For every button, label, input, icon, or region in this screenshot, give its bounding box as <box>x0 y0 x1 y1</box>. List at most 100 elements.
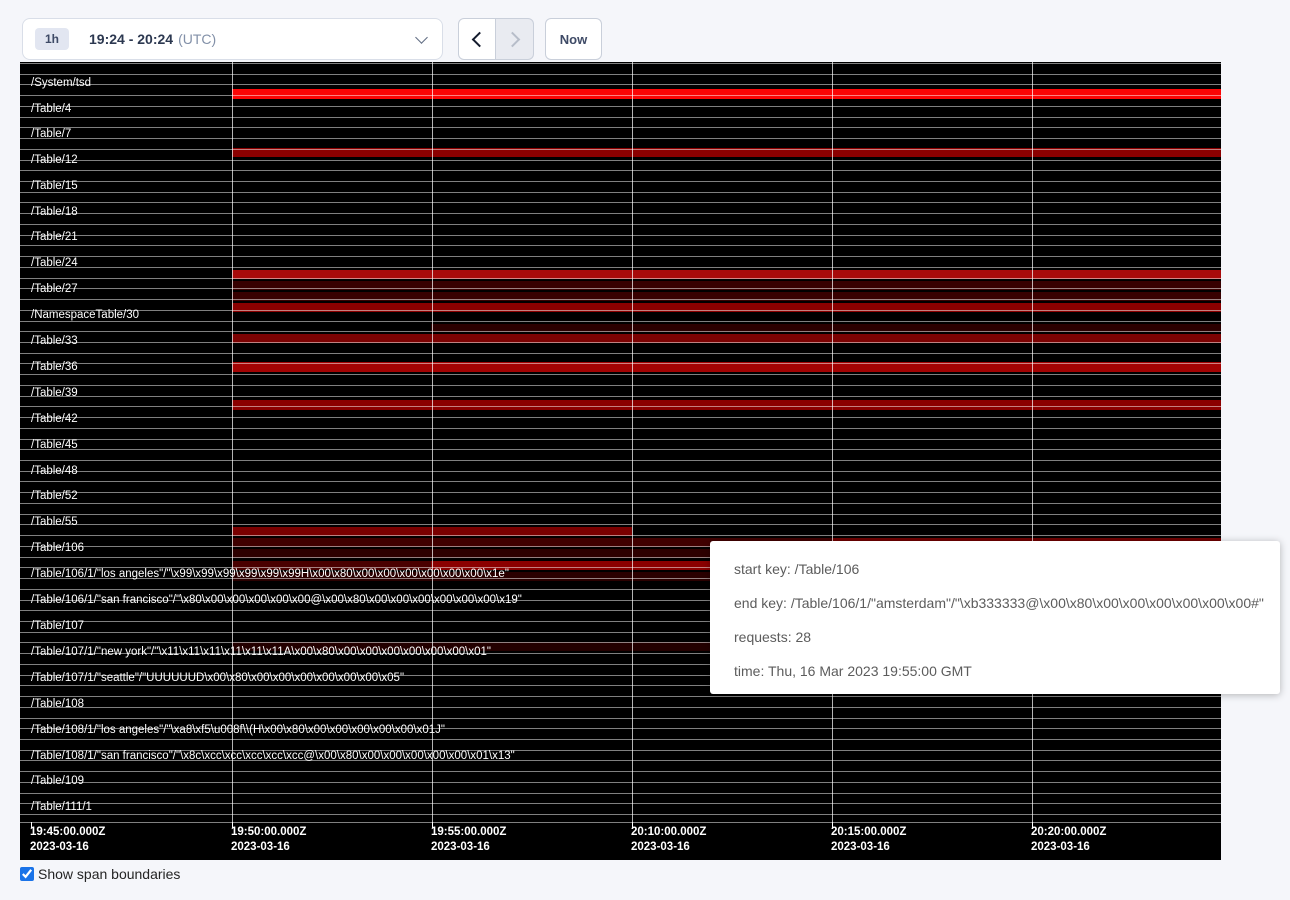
axis-time-label: 19:55:00.000Z2023-03-16 <box>431 825 506 855</box>
span-key-label: /Table/106/1/"los angeles"/"\x99\x99\x99… <box>31 568 509 580</box>
heat-band <box>232 89 1221 99</box>
span-boundary-line <box>20 535 1221 536</box>
time-range-timezone: (UTC) <box>178 31 216 47</box>
span-key-label: /Table/106 <box>31 542 84 554</box>
span-boundary-line <box>20 771 1221 772</box>
span-boundary-line <box>20 127 1221 128</box>
span-boundary-line <box>20 449 1221 450</box>
time-gridline <box>432 62 433 822</box>
tooltip-requests: requests: 28 <box>734 620 1280 654</box>
span-boundary-line <box>20 524 1221 525</box>
chevron-right-icon <box>505 31 521 47</box>
span-boundary-line <box>20 739 1221 740</box>
span-key-label: /Table/109 <box>31 775 84 787</box>
span-key-label: /Table/33 <box>31 335 78 347</box>
span-boundary-line <box>20 192 1221 193</box>
span-boundary-line <box>20 202 1221 203</box>
span-key-label: /Table/4 <box>31 103 71 115</box>
toolbar: 1h 19:24 - 20:24 (UTC) Now <box>22 18 602 60</box>
span-boundary-line <box>20 321 1221 322</box>
time-gridline <box>1032 62 1033 822</box>
span-key-label: /Table/111/1 <box>31 801 92 813</box>
axis-time-label: 20:15:00.000Z2023-03-16 <box>831 825 906 855</box>
span-boundary-line <box>20 138 1221 139</box>
span-boundary-line <box>20 63 1221 64</box>
span-key-label: /Table/42 <box>31 413 78 425</box>
chevron-down-icon <box>415 31 428 44</box>
span-boundary-line <box>20 793 1221 794</box>
heatmap-tooltip: start key: /Table/106 end key: /Table/10… <box>710 541 1280 694</box>
span-key-label: /Table/7 <box>31 128 71 140</box>
show-span-boundaries-checkbox[interactable] <box>20 867 34 881</box>
now-button[interactable]: Now <box>545 18 602 60</box>
span-boundary-line <box>20 696 1221 697</box>
span-key-label: /Table/106/1/"san francisco"/"\x80\x00\x… <box>31 594 522 606</box>
time-nav-group <box>458 18 534 60</box>
span-boundary-line <box>20 245 1221 246</box>
span-boundary-line <box>20 396 1221 397</box>
span-boundary-line <box>20 374 1221 375</box>
span-boundary-line <box>20 514 1221 515</box>
axis-time-label: 20:10:00.000Z2023-03-16 <box>631 825 706 855</box>
span-key-label: /Table/48 <box>31 465 78 477</box>
span-boundary-line <box>20 503 1221 504</box>
span-boundary-line <box>20 213 1221 214</box>
span-boundary-line <box>20 782 1221 783</box>
span-boundary-line <box>20 235 1221 236</box>
span-key-label: /Table/45 <box>31 439 78 451</box>
span-key-label: /Table/108 <box>31 698 84 710</box>
time-gridline <box>832 62 833 822</box>
show-span-boundaries-label: Show span boundaries <box>38 866 180 882</box>
span-boundary-line <box>20 299 1221 300</box>
span-key-label: /Table/107/1/"new york"/"\x11\x11\x11\x1… <box>31 646 491 658</box>
time-range-text: 19:24 - 20:24 <box>89 31 173 47</box>
span-boundary-line <box>20 267 1221 268</box>
span-boundary-line <box>20 707 1221 708</box>
time-gridline <box>232 62 233 822</box>
span-boundary-line <box>20 342 1221 343</box>
span-boundary-line <box>20 439 1221 440</box>
span-key-label: /Table/27 <box>31 283 78 295</box>
time-gridline <box>632 62 633 822</box>
next-window-button-disabled[interactable] <box>496 18 534 60</box>
span-boundary-line <box>20 256 1221 257</box>
span-key-label: /Table/108/1/"los angeles"/"\xa8\xf5\u00… <box>31 724 445 736</box>
span-boundary-line <box>20 84 1221 85</box>
span-boundary-line <box>20 224 1221 225</box>
span-boundary-line <box>20 363 1221 364</box>
previous-window-button[interactable] <box>458 18 496 60</box>
footer: Show span boundaries <box>20 866 180 882</box>
tooltip-time: time: Thu, 16 Mar 2023 19:55:00 GMT <box>734 654 1280 688</box>
span-key-label: /Table/55 <box>31 516 78 528</box>
key-visualizer-canvas[interactable]: /System/tsd/Table/4/Table/7/Table/12/Tab… <box>20 62 1221 860</box>
span-boundary-line <box>20 460 1221 461</box>
axis-time-label: 19:50:00.000Z2023-03-16 <box>231 825 306 855</box>
span-boundary-line <box>20 822 1221 823</box>
span-boundary-line <box>20 718 1221 719</box>
span-boundary-line <box>20 471 1221 472</box>
span-boundary-line <box>20 310 1221 311</box>
span-key-label: /Table/39 <box>31 387 78 399</box>
span-boundary-line <box>20 353 1221 354</box>
span-boundary-line <box>20 385 1221 386</box>
span-key-label: /Table/15 <box>31 180 78 192</box>
span-boundary-line <box>20 406 1221 407</box>
span-key-label: /Table/52 <box>31 490 78 502</box>
span-key-label: /Table/12 <box>31 154 78 166</box>
span-key-label: /Table/108/1/"san francisco"/"\x8c\xcc\x… <box>31 750 515 762</box>
span-boundary-line <box>20 331 1221 332</box>
span-boundary-line <box>20 181 1221 182</box>
span-boundary-line <box>20 149 1221 150</box>
span-boundary-line <box>20 74 1221 75</box>
span-boundary-line <box>20 417 1221 418</box>
span-key-label: /NamespaceTable/30 <box>31 309 139 321</box>
chevron-left-icon <box>471 31 487 47</box>
span-boundary-line <box>20 278 1221 279</box>
time-range-selector[interactable]: 1h 19:24 - 20:24 (UTC) <box>22 18 443 60</box>
span-key-label: /Table/36 <box>31 361 78 373</box>
tooltip-end-key: end key: /Table/106/1/"amsterdam"/"\xb33… <box>734 586 1280 620</box>
span-boundary-line <box>20 481 1221 482</box>
span-key-label: /Table/24 <box>31 257 78 269</box>
span-boundary-line <box>20 288 1221 289</box>
time-range-badge: 1h <box>35 28 69 50</box>
